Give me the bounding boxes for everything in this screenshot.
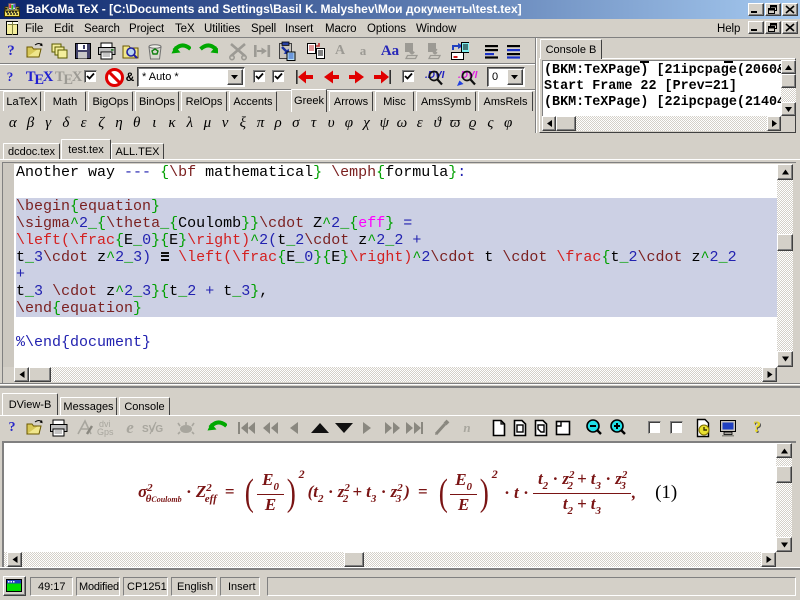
svg-text:Gps: Gps [97,427,114,437]
